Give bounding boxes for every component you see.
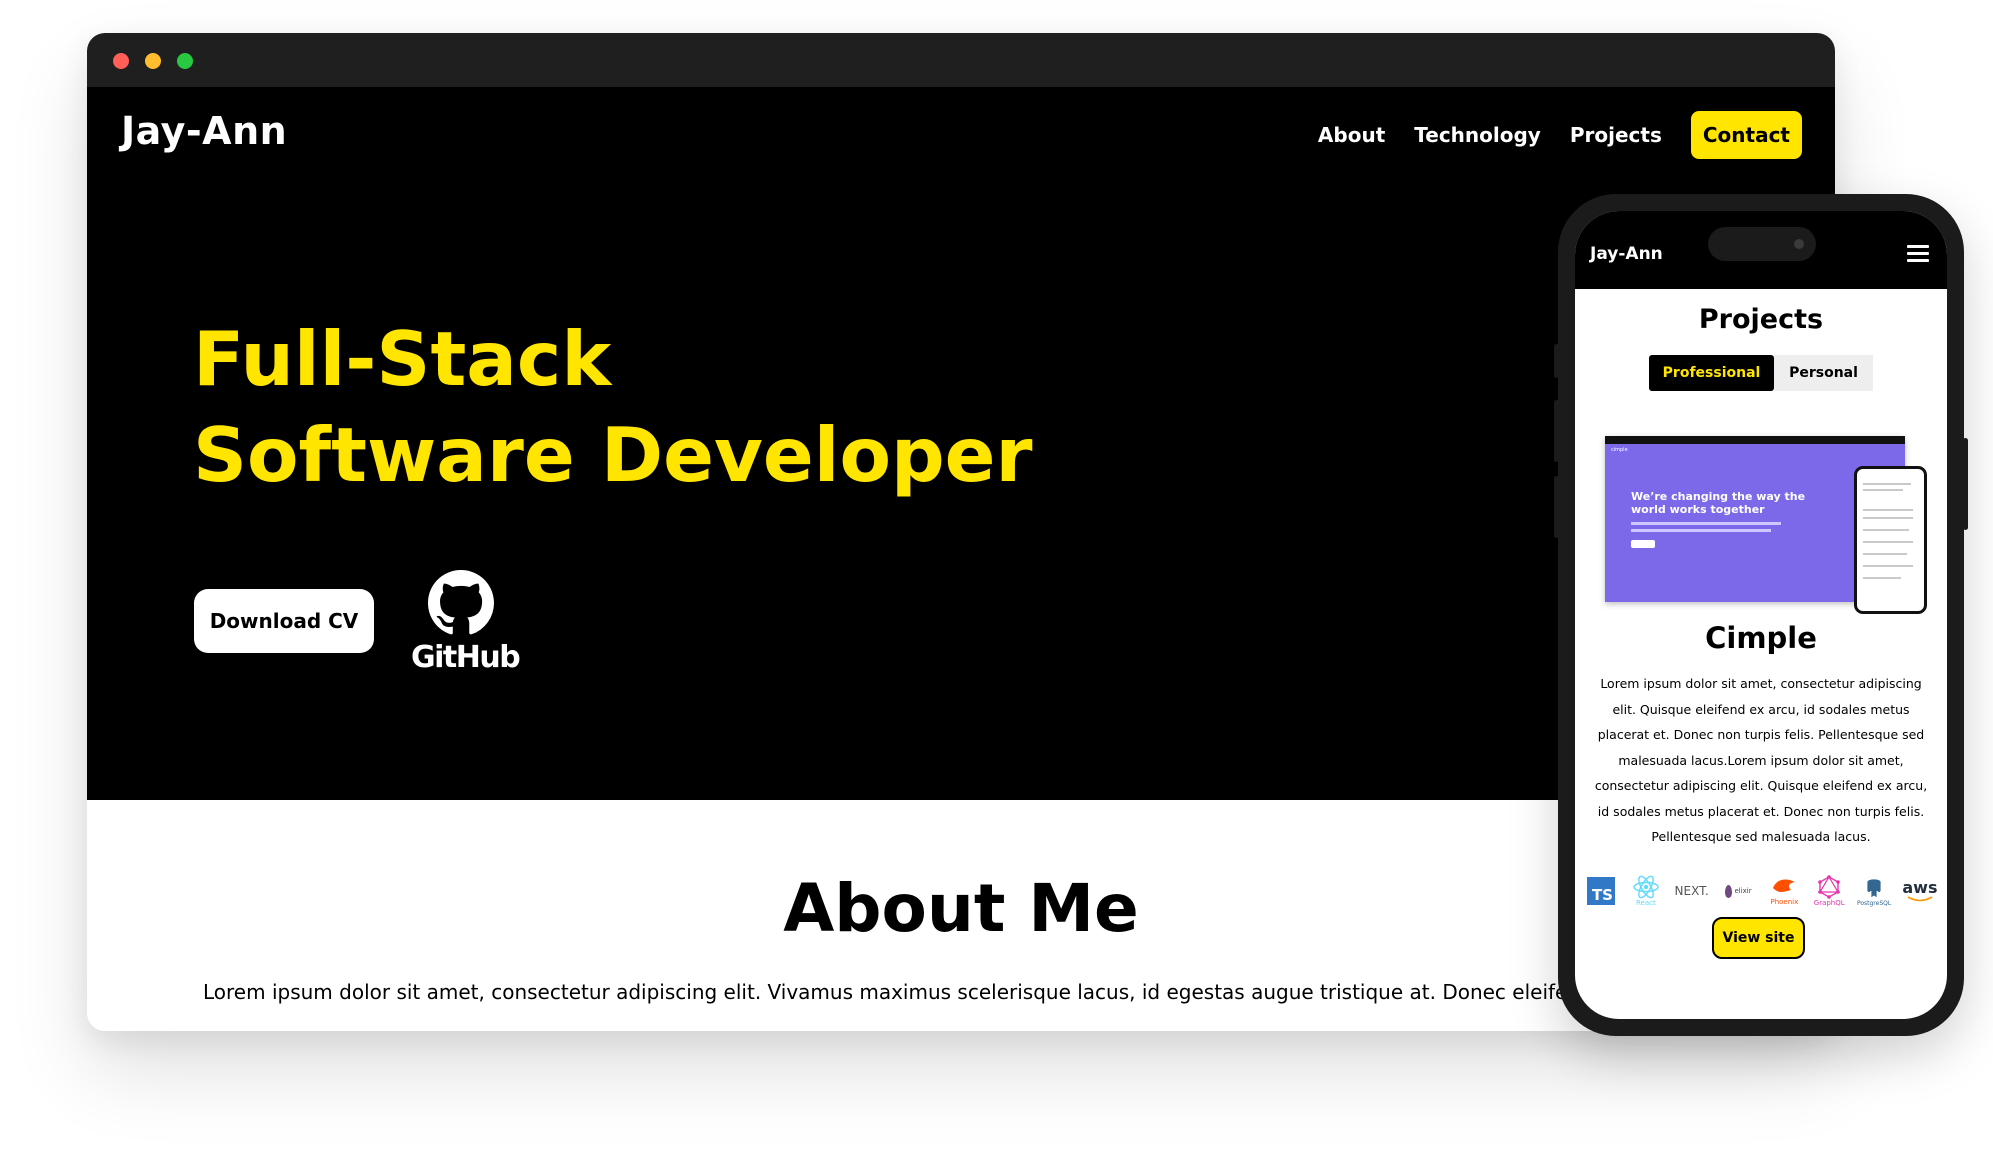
camera-icon [1794, 239, 1804, 249]
projects-title: Projects [1698, 304, 1824, 335]
aws-icon: aws [1902, 873, 1938, 909]
nav-technology[interactable]: Technology [1414, 123, 1541, 147]
preview-phone-line [1863, 577, 1901, 579]
react-logo [1633, 875, 1659, 899]
graphql-label: GraphQL [1813, 899, 1845, 907]
about-text: Lorem ipsum dolor sit amet, consectetur … [203, 980, 1618, 1004]
phone-silent-switch [1554, 344, 1559, 378]
project-title: Cimple [1705, 621, 1817, 655]
aws-smile [1907, 896, 1933, 902]
phoenix-logo [1773, 879, 1796, 892]
hero-title-line1: Full-Stack [193, 315, 612, 403]
preview-text-line [1631, 522, 1781, 525]
dynamic-island [1708, 227, 1816, 261]
view-site-button[interactable]: View site [1712, 917, 1805, 959]
react-label: React [1635, 899, 1656, 907]
postgresql-logo [1866, 878, 1882, 899]
hamburger-menu-icon[interactable] [1907, 245, 1929, 263]
postgresql-icon: PostgreSQL [1856, 873, 1892, 909]
tab-personal[interactable]: Personal [1774, 355, 1873, 391]
preview-phone-line [1863, 541, 1913, 543]
next-label: NEXT. [1674, 884, 1709, 898]
phone-mockup: Jay-Ann Projects Professional Personal c… [1554, 194, 1968, 1036]
contact-button[interactable]: Contact [1690, 111, 1802, 159]
download-cv-button[interactable]: Download CV [194, 589, 374, 653]
phoenix-label: Phoenix [1770, 898, 1799, 906]
phone-power-button [1963, 438, 1968, 530]
project-tabs: Professional Personal [1649, 355, 1873, 391]
nextjs-icon: NEXT. [1675, 873, 1709, 909]
preview-phone-line [1863, 489, 1903, 491]
github-icon [428, 570, 494, 635]
minimize-window-dot[interactable] [145, 53, 161, 69]
preview-text-line [1631, 529, 1771, 532]
browser-titlebar [87, 33, 1835, 87]
tab-professional[interactable]: Professional [1649, 355, 1774, 391]
preview-phone-line [1863, 553, 1907, 555]
close-window-dot[interactable] [113, 53, 129, 69]
graphql-icon: GraphQL [1813, 873, 1845, 909]
nav-projects[interactable]: Projects [1570, 123, 1662, 147]
elixir-label: elixir [1734, 887, 1752, 895]
main-nav: About Technology Projects Contact [1289, 111, 1802, 159]
phone-screen: Jay-Ann Projects Professional Personal c… [1575, 211, 1947, 1019]
mobile-header: Jay-Ann [1575, 211, 1947, 289]
preview-headline: We’re changing the way the world works t… [1631, 490, 1806, 516]
elixir-icon: elixir [1722, 873, 1756, 909]
project-preview-image: cimple We’re changing the way the world … [1605, 436, 1927, 614]
project-description: Lorem ipsum dolor sit amet, consectetur … [1594, 676, 1928, 844]
react-icon: React [1630, 873, 1662, 909]
phoenix-icon: Phoenix [1768, 873, 1800, 909]
preview-button [1631, 540, 1655, 548]
hero-title-line2: Software Developer [193, 411, 1033, 499]
nav-about[interactable]: About [1318, 123, 1385, 147]
typescript-icon: TS [1585, 873, 1617, 909]
aws-label: aws [1902, 878, 1938, 897]
phone-volume-up [1554, 400, 1559, 462]
preview-phone-frame [1854, 466, 1927, 614]
tech-stack-icons: TS React NEXT. elixir Phoenix GraphQL Po… [1585, 871, 1937, 911]
preview-phone-line [1863, 565, 1913, 567]
site-logo[interactable]: Jay-Ann [121, 109, 287, 153]
phone-volume-down [1554, 476, 1559, 538]
preview-logo: cimple [1611, 447, 1628, 453]
preview-phone-line [1863, 529, 1909, 531]
github-label: GitHub [411, 640, 521, 675]
preview-phone-line [1863, 483, 1911, 485]
postgres-label: PostgreSQL [1856, 899, 1892, 907]
hero-title: Full-Stack Software Developer [193, 311, 1033, 503]
preview-phone-line [1863, 509, 1913, 511]
site-header: Jay-Ann About Technology Projects Contac… [87, 87, 1835, 178]
github-link[interactable]: GitHub [411, 570, 521, 676]
maximize-window-dot[interactable] [177, 53, 193, 69]
preview-phone-line [1863, 517, 1913, 519]
mobile-logo[interactable]: Jay-Ann [1590, 244, 1663, 264]
graphql-logo [1818, 875, 1841, 899]
